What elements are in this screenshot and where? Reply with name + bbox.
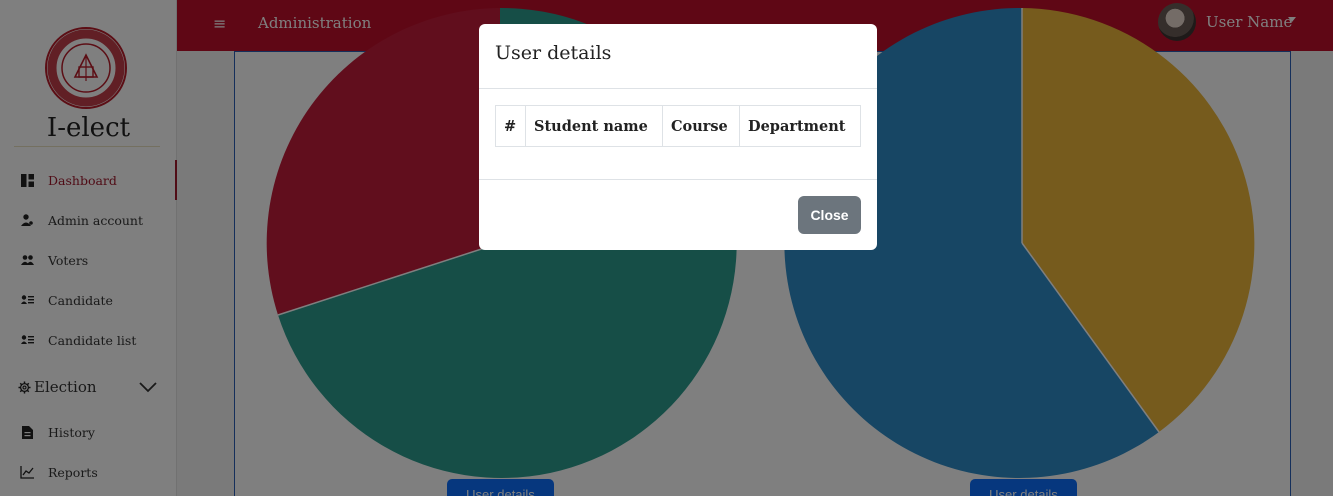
column-header-number: #: [495, 105, 526, 147]
table-header-row: # Student name Course Department: [495, 105, 861, 147]
close-button[interactable]: Close: [798, 196, 861, 234]
column-header-department: Department: [739, 105, 861, 147]
column-header-course: Course: [662, 105, 740, 147]
column-header-student-name: Student name: [525, 105, 663, 147]
modal-header-divider: [479, 88, 877, 89]
user-details-modal: User details # Student name Course Depar…: [479, 24, 877, 250]
modal-footer-divider: [479, 179, 877, 180]
modal-title: User details: [495, 42, 612, 64]
user-details-table: # Student name Course Department: [495, 105, 861, 147]
